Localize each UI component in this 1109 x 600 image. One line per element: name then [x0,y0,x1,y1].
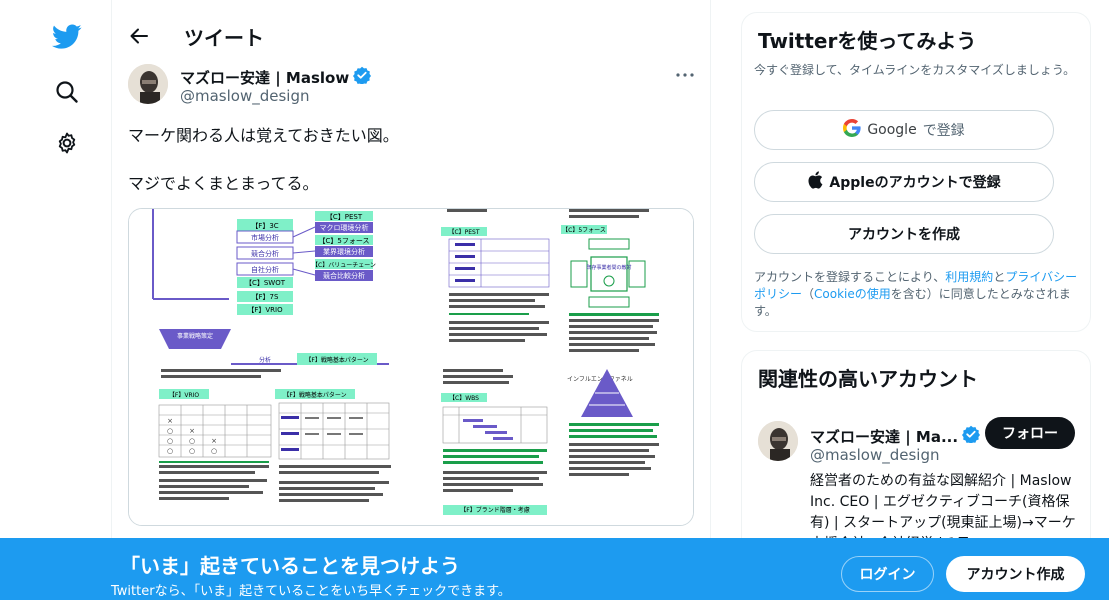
verified-badge-icon [962,425,981,447]
infographic-label: 業界環境分析 [323,247,365,256]
google-signup-button[interactable]: Google で登録 [754,110,1054,150]
account-name-text: マズロー安達 | Ma... [810,427,959,446]
infographic-label: 【C】バリューチェーン [312,262,376,269]
svg-text:○: ○ [189,437,195,445]
legal-text: と [993,270,1006,284]
infographic-label: 【C】WBS [449,395,479,402]
avatar[interactable] [128,64,168,104]
svg-text:×: × [167,417,173,425]
svg-text:×: × [189,427,195,435]
apple-signup-button[interactable]: Appleのアカウントで登録 [754,162,1054,202]
main-column: ツイート マズロー安達 | Maslow @maslow_design マーケ関… [112,0,711,600]
infographic-label: 【F】VRIO [169,392,199,399]
tweet-header: ツイート [112,0,711,72]
tweet-text-line: マーケ関わる人は覚えておきたい図。 [128,126,399,145]
svg-text:×: × [211,437,217,445]
account-handle[interactable]: @maslow_design [810,446,940,464]
author-handle[interactable]: @maslow_design [180,87,310,105]
infographic-label: 【F】VRIO [247,306,283,314]
google-signup-label: Google [867,122,917,138]
apple-signup-label: Appleのアカウントで登録 [829,175,1001,191]
signup-card-subtitle: 今すぐ登録して、タイムラインをカスタマイズしましょう。 [754,63,1076,77]
terms-link[interactable]: 利用規約 [945,270,993,284]
legal-text: （ [802,287,815,301]
infographic-label: 【F】戦略基本パターン [305,356,368,364]
infographic-label: 自社分析 [251,265,279,274]
infographic-label: 【F】3C [251,222,278,230]
page-title: ツイート [184,26,264,50]
infographic-label: 【C】PEST [448,229,479,236]
bottom-bar-title: 「いま」起きていることを見つけよう [120,554,460,578]
infographic-label: 【F】7S [252,293,279,301]
tweet-image[interactable]: 【F】3C 市場分析 競合分析 自社分析 【C】SWOT 【F】7S 【F】VR… [128,208,694,526]
account-name[interactable]: マズロー安達 | Ma... [810,425,981,447]
search-icon[interactable] [48,73,86,111]
infographic-label: 事業戦略策定 [177,332,213,340]
infographic-label: 競合分析 [251,249,279,258]
svg-text:○: ○ [167,447,173,455]
infographic-label: 分析 [259,356,271,364]
verified-badge-icon [353,66,372,88]
bottom-signup-bar: 「いま」起きていることを見つけよう Twitterなら、「いま」起きていることを… [0,538,1109,600]
login-button[interactable]: ログイン [841,556,934,592]
infographic-label: 【C】5フォース [562,227,606,234]
avatar[interactable] [758,421,798,461]
legal-text: アカウントを登録することにより、 [754,270,946,284]
tweet-text: マーケ関わる人は覚えておきたい図。 マジでよくまとまってる。 [128,124,399,196]
arrow-left-icon[interactable] [126,22,152,50]
create-account-label: アカウントを作成 [848,227,960,243]
more-icon[interactable] [674,64,696,86]
infographic-label: 【F】ブランド階層・考慮 [460,506,529,514]
infographic-label: 【C】5フォース [319,237,370,245]
signup-card: Twitterを使ってみよう 今すぐ登録して、タイムラインをカスタマイズしましょ… [741,12,1091,332]
google-icon [843,119,861,141]
infographic-label: マクロ環境分析 [320,223,369,232]
author-name-text: マズロー安達 | Maslow [180,68,350,87]
infographic-label: 【F】戦略基本パターン [283,391,346,399]
infographic-label: 市場分析 [251,233,279,242]
create-account-button[interactable]: アカウントを作成 [754,214,1054,254]
related-card-title: 関連性の高いアカウント [758,367,978,391]
signup-card-title: Twitterを使ってみよう [758,29,977,53]
bottom-bar-subtitle: Twitterなら、「いま」起きていることをいち早くチェックできます。 [111,584,511,599]
svg-text:○: ○ [167,427,173,435]
infographic-label: 【C】SWOT [245,279,286,287]
signup-button[interactable]: アカウント作成 [946,556,1085,592]
left-nav [0,0,112,600]
infographic-label: 既存事業者間の敵対 [586,264,631,271]
twitter-logo-icon[interactable] [48,18,86,56]
gear-icon[interactable] [48,124,86,162]
apple-icon [807,171,823,193]
tweet-text-line: マジでよくまとまってる。 [128,174,319,193]
google-signup-suffix: で登録 [922,123,965,139]
svg-text:○: ○ [167,437,173,445]
svg-text:○: ○ [189,447,195,455]
follow-button[interactable]: フォロー [985,417,1075,449]
legal-notice: アカウントを登録することにより、利用規約とプライバシーポリシー（Cookieの使… [754,269,1084,320]
cookie-link[interactable]: Cookieの使用 [814,287,891,301]
infographic-label: インフルエンスファネル [567,376,633,383]
author-name[interactable]: マズロー安達 | Maslow [180,66,372,88]
svg-text:○: ○ [211,447,217,455]
infographic-label: 競合比較分析 [323,271,365,280]
infographic-label: 【C】PEST [326,213,363,221]
